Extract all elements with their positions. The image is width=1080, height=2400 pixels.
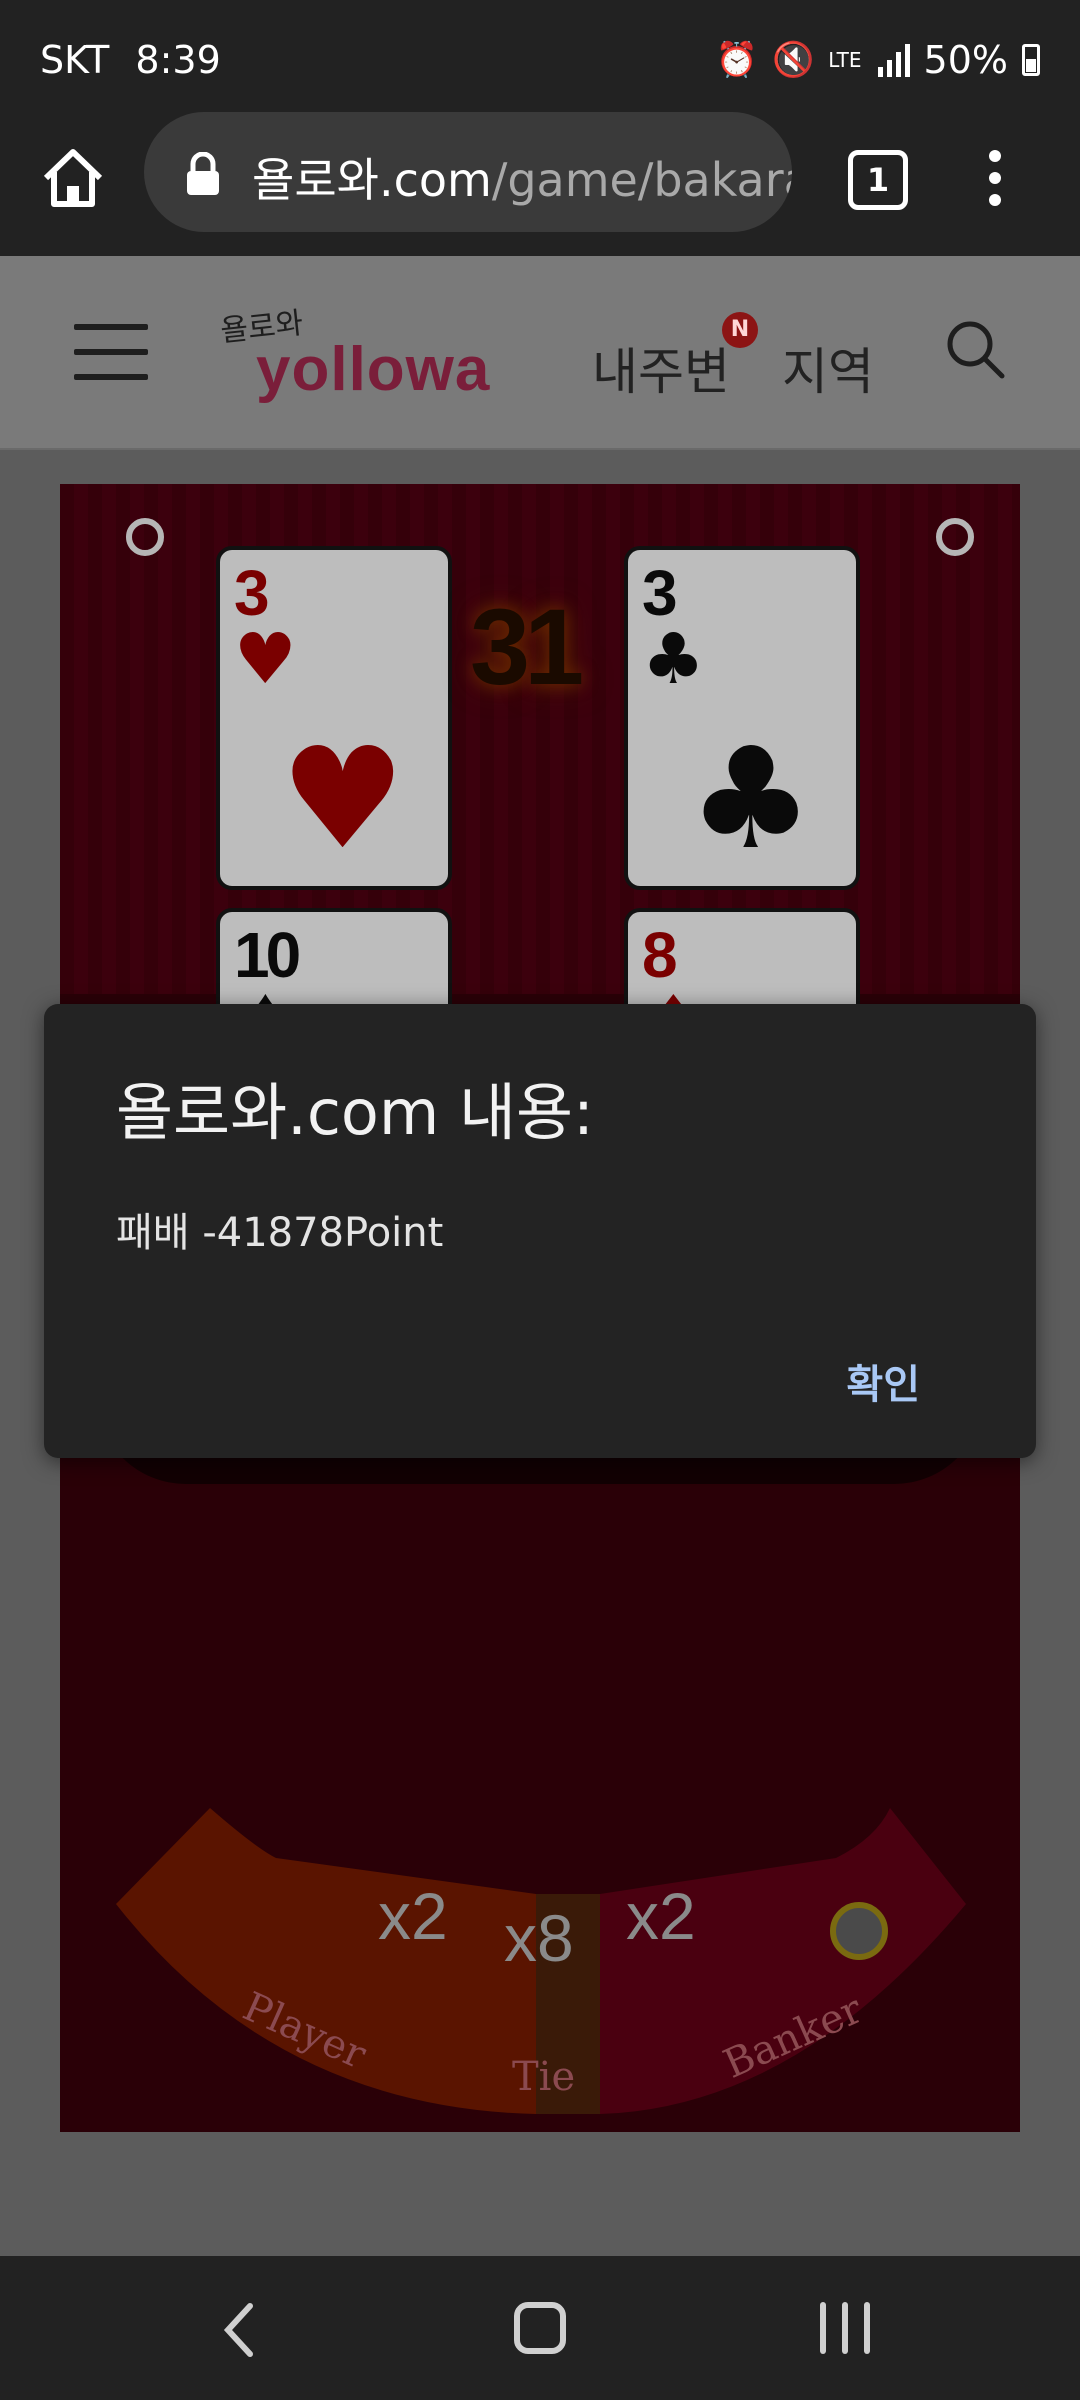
home-nav-icon[interactable] [514,2302,566,2354]
heart-icon: ♥ [280,718,406,881]
alarm-icon: ⏰ [715,40,758,80]
back-icon[interactable] [222,2302,258,2358]
status-bar: SKT 8:39 ⏰ 🔇 LTE 50% [0,0,1080,120]
hamburger-menu-icon[interactable] [74,324,148,380]
player-zone[interactable] [116,1808,536,2114]
url-path: /game/bakara [491,153,792,207]
banker-multiplier: x2 [626,1879,696,1953]
mute-icon: 🔇 [771,40,815,80]
new-badge: N [722,312,758,348]
tabs-icon[interactable]: 1 [848,150,908,210]
site-logo[interactable]: yollowa [256,334,490,405]
alert-dialog: 욜로와.com 내용: 패배 -41878Point 확인 [44,1004,1036,1458]
url-bar[interactable]: 욜로와.com/game/bakara [144,112,792,232]
browser-toolbar: 욜로와.com/game/bakara 1 [0,112,1080,256]
club-icon: ♣ [642,618,705,700]
score-display: 31 [470,586,584,707]
lock-icon [187,152,219,195]
banker-card-1: 3 ♣ ♣ [624,546,860,890]
status-left: SKT 8:39 [40,38,221,82]
search-icon[interactable] [944,318,1008,382]
system-navigation-bar [0,2256,1080,2400]
carrier-label: SKT [40,38,110,82]
right-ring-icon [936,518,974,556]
status-right: ⏰ 🔇 LTE 50% [716,38,1040,82]
lte-icon: LTE [828,48,862,72]
chip-slot-icon[interactable] [830,1902,888,1960]
dialog-title: 욜로와.com 내용: [116,1076,594,1149]
page-bottom-area [0,2132,1080,2256]
nav-region[interactable]: 지역 [782,332,874,404]
club-icon: ♣ [688,718,814,881]
dialog-message: 패배 -41878Point [116,1210,444,1256]
signal-icon [877,44,910,77]
url-host: 욜로와.com [252,153,492,207]
clock: 8:39 [135,38,221,82]
tie-label: Tie [512,2054,576,2100]
banker-zone[interactable] [600,1808,966,2114]
menu-icon[interactable] [980,144,1010,214]
battery-icon [1022,44,1040,76]
nav-nearby[interactable]: 내주변 [592,332,730,404]
player-card-1: 3 ♥ ♥ [216,546,452,890]
home-icon[interactable] [38,142,108,212]
recents-icon[interactable] [820,2302,870,2354]
heart-icon: ♥ [234,618,297,700]
board-top-area [60,484,1020,994]
tie-multiplier: x8 [504,1901,574,1975]
site-header: 욜로와 yollowa 내주변 N 지역 [0,256,1080,450]
ok-button[interactable]: 확인 [846,1352,920,1410]
battery-percent: 50% [923,38,1008,82]
url-text: 욜로와.com/game/bakara [252,144,792,210]
player-multiplier: x2 [378,1879,448,1953]
left-ring-icon [126,518,164,556]
